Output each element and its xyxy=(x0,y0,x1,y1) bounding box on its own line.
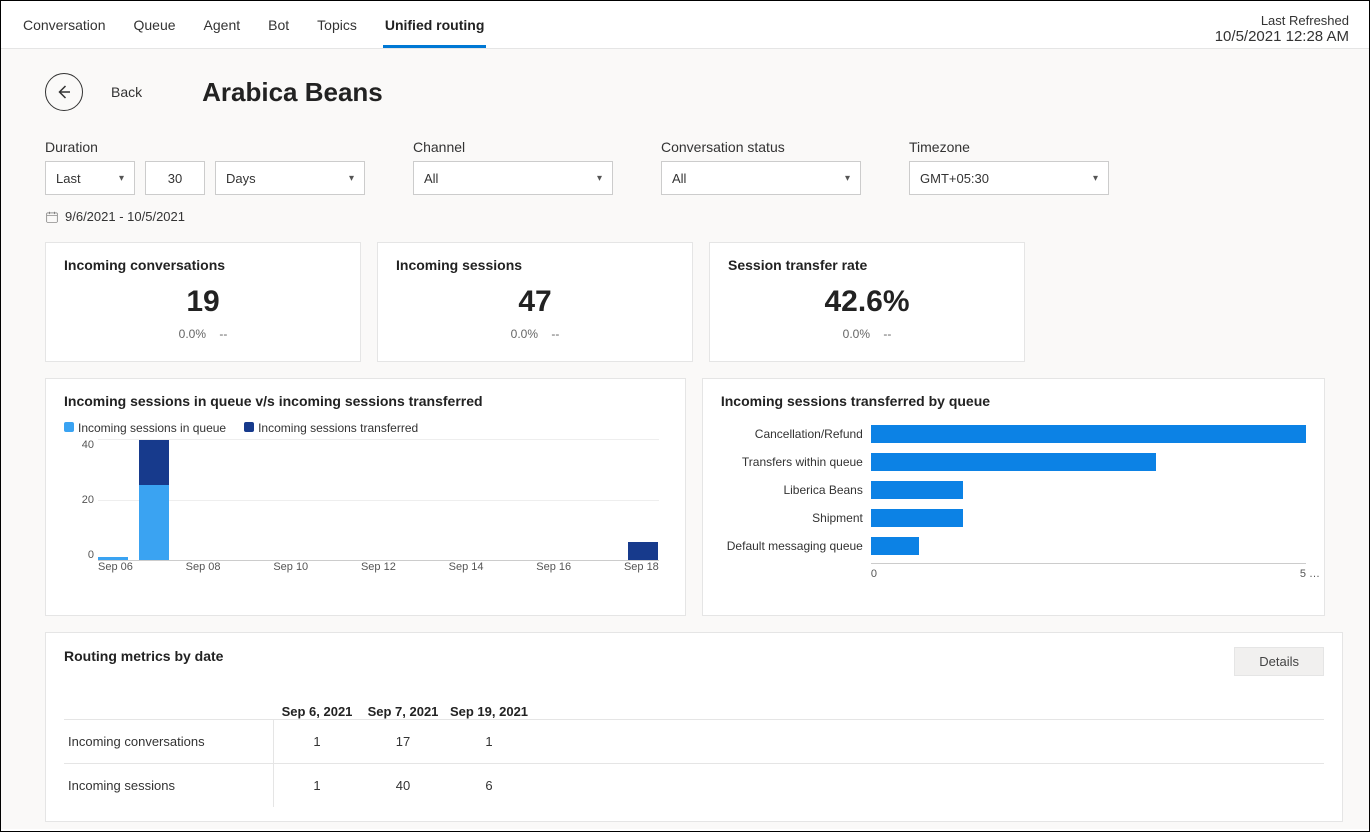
tab-queue[interactable]: Queue xyxy=(132,13,178,48)
hbar-row: Liberica Beans xyxy=(871,477,1306,503)
calendar-icon xyxy=(45,210,59,224)
back-button[interactable] xyxy=(45,73,83,111)
chevron-down-icon: ▾ xyxy=(845,173,850,184)
y-tick: 40 xyxy=(82,439,94,451)
status-value: All xyxy=(672,171,686,186)
channel-value: All xyxy=(424,171,438,186)
legend-item: Incoming sessions transferred xyxy=(244,421,418,435)
table-cell: 17 xyxy=(360,734,446,749)
hbar-row: Transfers within queue xyxy=(871,449,1306,475)
ellipsis-icon: … xyxy=(1309,568,1320,580)
hbar-label: Transfers within queue xyxy=(713,455,863,469)
page-title: Arabica Beans xyxy=(202,77,383,108)
duration-value-input[interactable]: 30 xyxy=(145,161,205,195)
status-label: Conversation status xyxy=(661,139,861,155)
x-tick: Sep 14 xyxy=(449,561,484,579)
table-cell: 1 xyxy=(446,734,532,749)
hbar-label: Shipment xyxy=(713,511,863,525)
kpi-delta: 0.0% -- xyxy=(396,327,674,341)
hbar-row: Default messaging queue xyxy=(871,533,1306,559)
y-tick: 0 xyxy=(88,549,94,561)
chevron-down-icon: ▾ xyxy=(349,173,354,184)
x-tick: Sep 18 xyxy=(624,561,659,579)
channel-label: Channel xyxy=(413,139,613,155)
duration-unit-select[interactable]: Days ▾ xyxy=(215,161,365,195)
x-tick: 0 xyxy=(871,568,877,580)
legend-item: Incoming sessions in queue xyxy=(64,421,226,435)
last-refreshed-time: 10/5/2021 12:28 AM xyxy=(1215,28,1349,45)
bar-column xyxy=(139,440,169,560)
duration-label: Duration xyxy=(45,139,365,155)
x-tick: Sep 08 xyxy=(186,561,221,579)
kpi-value: 47 xyxy=(396,285,674,319)
x-tick: Sep 12 xyxy=(361,561,396,579)
kpi-delta: 0.0% -- xyxy=(64,327,342,341)
back-arrow-icon xyxy=(55,83,73,101)
status-select[interactable]: All ▾ xyxy=(661,161,861,195)
row-label: Incoming sessions xyxy=(64,764,274,807)
hbar-chart-title: Incoming sessions transferred by queue xyxy=(721,393,1306,409)
timezone-value: GMT+05:30 xyxy=(920,171,989,186)
table-header: Sep 19, 2021 xyxy=(446,704,532,719)
bar-column xyxy=(98,557,128,560)
chevron-down-icon: ▾ xyxy=(1093,173,1098,184)
y-tick: 20 xyxy=(82,494,94,506)
metrics-title: Routing metrics by date xyxy=(64,648,223,664)
kpi-card: Incoming conversations 19 0.0% -- xyxy=(45,242,361,362)
x-tick: Sep 16 xyxy=(536,561,571,579)
kpi-value: 42.6% xyxy=(728,285,1006,319)
tab-agent[interactable]: Agent xyxy=(202,13,243,48)
bar-column xyxy=(628,542,658,560)
channel-select[interactable]: All ▾ xyxy=(413,161,613,195)
tab-bot[interactable]: Bot xyxy=(266,13,291,48)
kpi-card: Session transfer rate 42.6% 0.0% -- xyxy=(709,242,1025,362)
hbar-label: Cancellation/Refund xyxy=(713,427,863,441)
duration-unit-value: Days xyxy=(226,171,256,186)
last-refreshed-label: Last Refreshed xyxy=(1215,13,1349,28)
tab-topics[interactable]: Topics xyxy=(315,13,359,48)
duration-value: 30 xyxy=(168,171,182,186)
stacked-chart-title: Incoming sessions in queue v/s incoming … xyxy=(64,393,667,409)
x-tick: Sep 10 xyxy=(273,561,308,579)
duration-mode-value: Last xyxy=(56,171,81,186)
back-label[interactable]: Back xyxy=(111,84,142,100)
hbar-row: Cancellation/Refund xyxy=(871,421,1306,447)
table-cell: 1 xyxy=(274,734,360,749)
kpi-title: Incoming sessions xyxy=(396,257,674,273)
details-button[interactable]: Details xyxy=(1234,647,1324,676)
table-row: Incoming sessions1406 xyxy=(64,763,1324,807)
tab-conversation[interactable]: Conversation xyxy=(21,13,108,48)
hbar-label: Liberica Beans xyxy=(713,483,863,497)
kpi-value: 19 xyxy=(64,285,342,319)
row-label: Incoming conversations xyxy=(64,720,274,763)
timezone-label: Timezone xyxy=(909,139,1109,155)
timezone-select[interactable]: GMT+05:30 ▾ xyxy=(909,161,1109,195)
table-header: Sep 7, 2021 xyxy=(360,704,446,719)
chevron-down-icon: ▾ xyxy=(597,173,602,184)
kpi-title: Session transfer rate xyxy=(728,257,1006,273)
table-header: Sep 6, 2021 xyxy=(274,704,360,719)
chevron-down-icon: ▾ xyxy=(119,173,124,184)
duration-mode-select[interactable]: Last ▾ xyxy=(45,161,135,195)
table-row: Incoming conversations1171 xyxy=(64,719,1324,763)
tab-unified-routing[interactable]: Unified routing xyxy=(383,13,487,48)
table-cell: 6 xyxy=(446,778,532,793)
hbar-label: Default messaging queue xyxy=(713,539,863,553)
x-tick: 5 xyxy=(1300,568,1306,580)
x-tick: Sep 06 xyxy=(98,561,133,579)
table-cell: 40 xyxy=(360,778,446,793)
date-range-text: 9/6/2021 - 10/5/2021 xyxy=(65,209,185,224)
kpi-delta: 0.0% -- xyxy=(728,327,1006,341)
kpi-title: Incoming conversations xyxy=(64,257,342,273)
kpi-card: Incoming sessions 47 0.0% -- xyxy=(377,242,693,362)
hbar-row: Shipment xyxy=(871,505,1306,531)
table-cell: 1 xyxy=(274,778,360,793)
